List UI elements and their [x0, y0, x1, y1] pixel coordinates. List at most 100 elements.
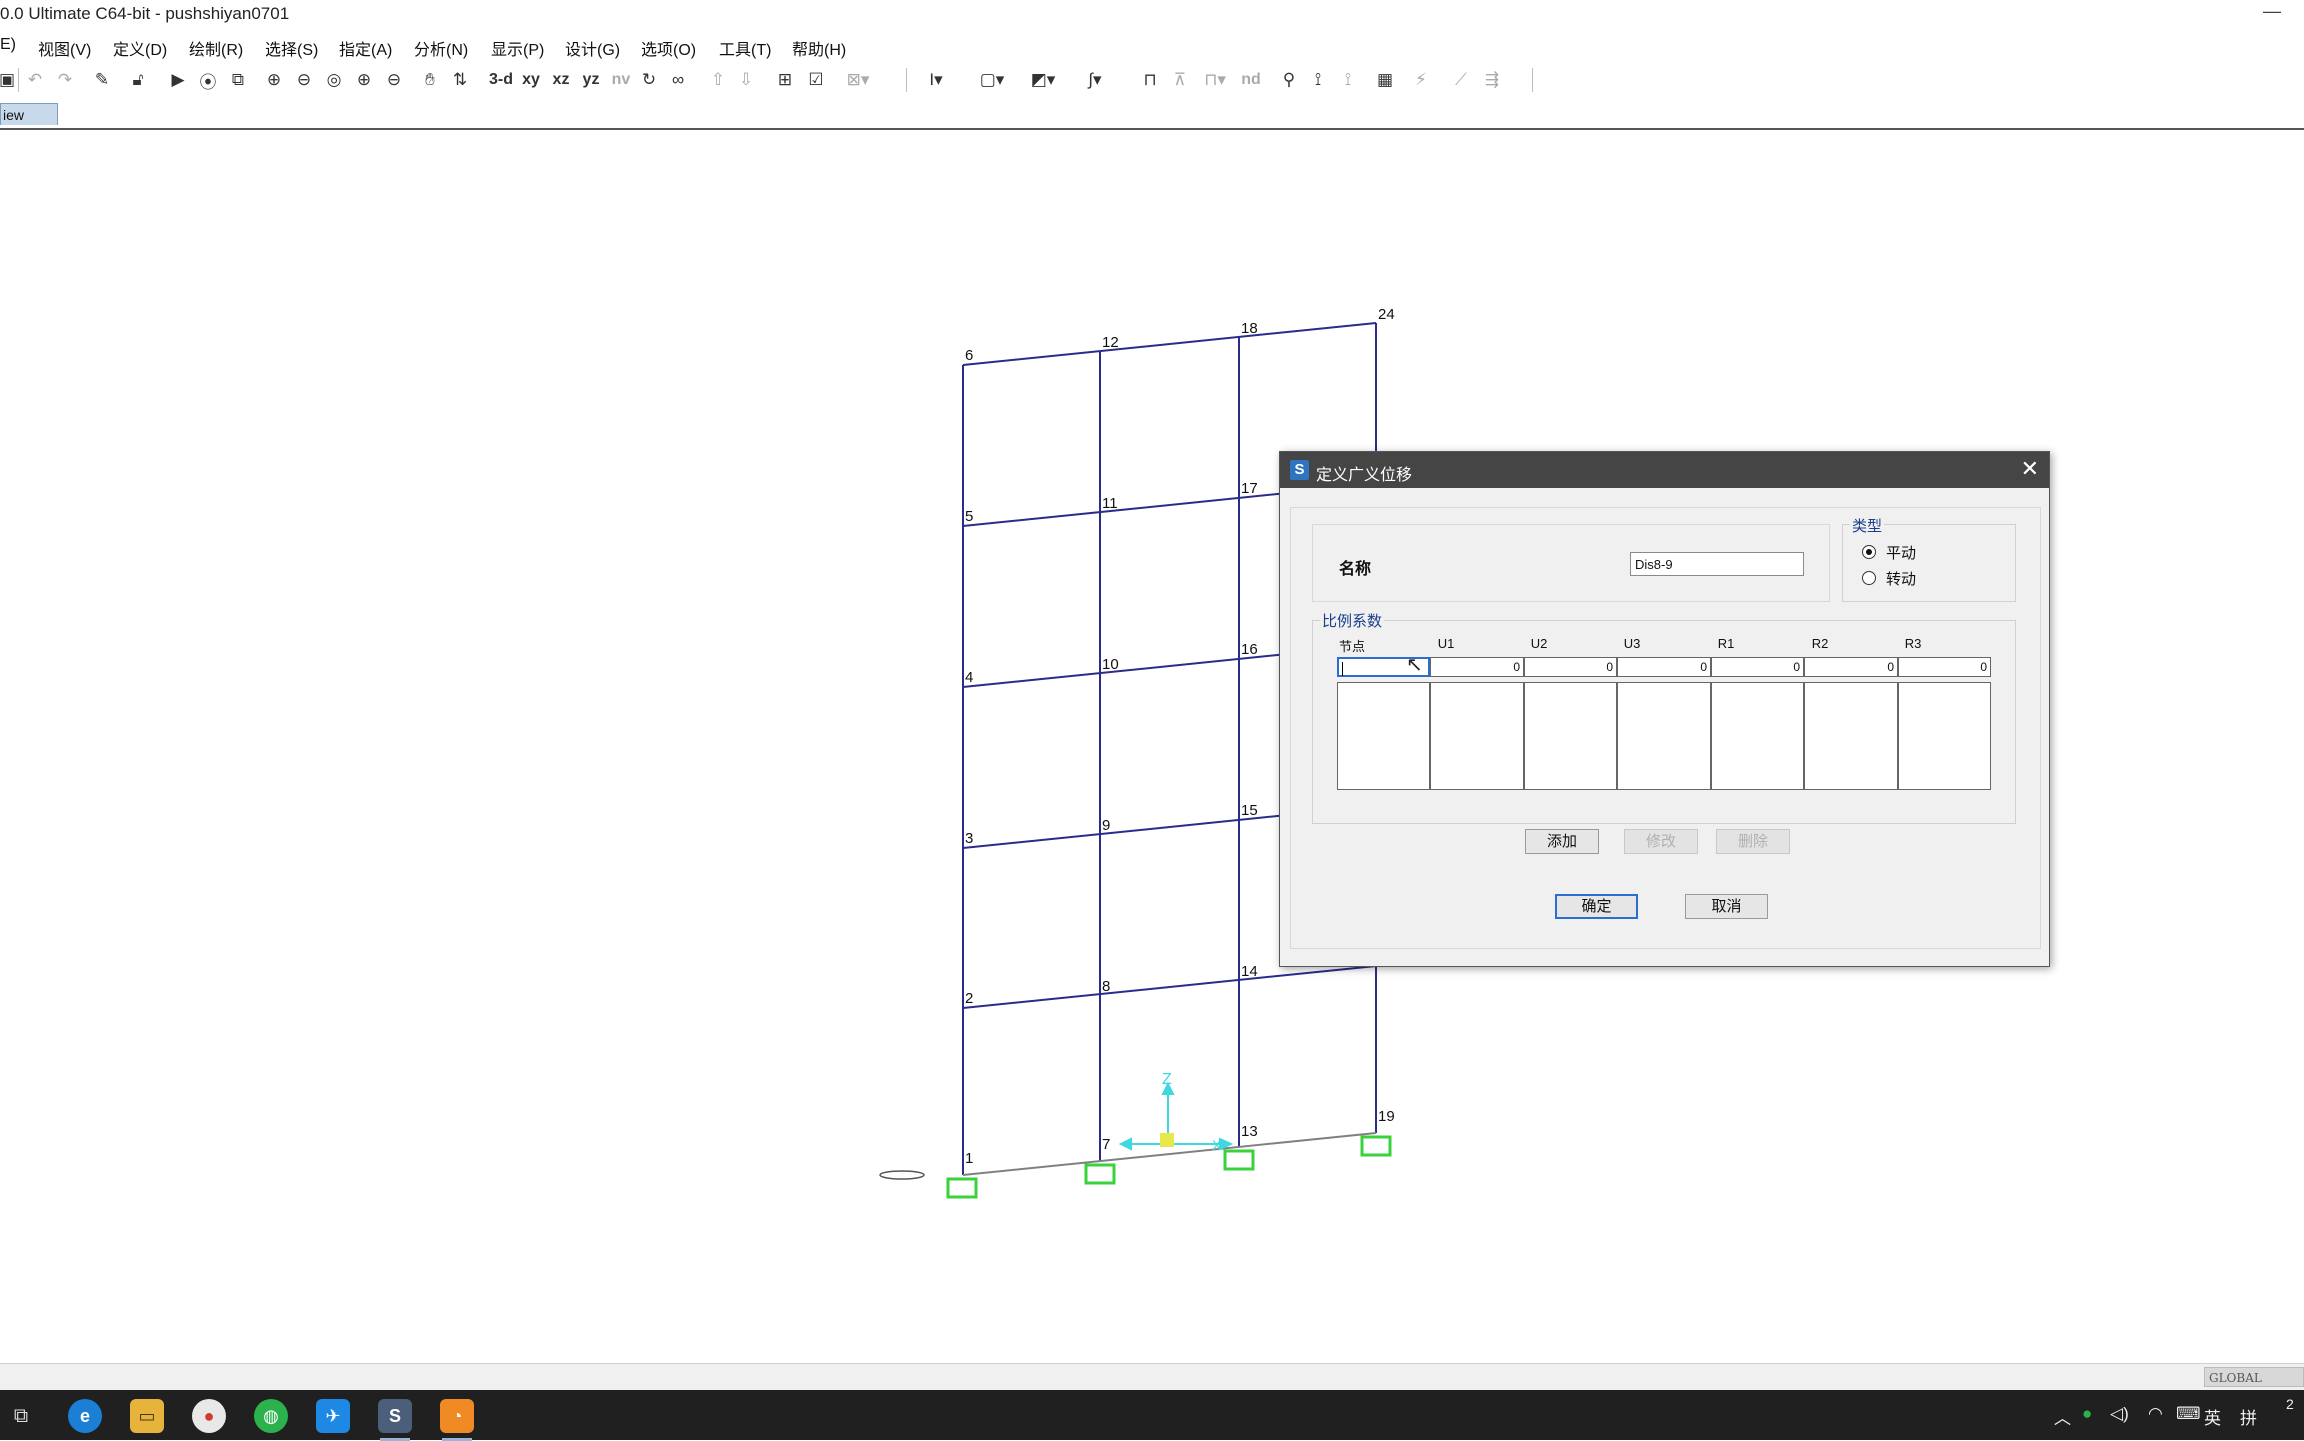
tray-wechat-icon[interactable]: ●	[2082, 1404, 2092, 1424]
name-label: 名称	[1339, 561, 1372, 578]
task-view-icon[interactable]: ⧉	[4, 1399, 38, 1433]
menu-tools[interactable]: 工具(T)	[719, 36, 771, 60]
menu-select[interactable]: 选择(S)	[265, 36, 318, 60]
file-explorer-icon[interactable]: ▭	[130, 1399, 164, 1433]
u1-input[interactable]: 0	[1430, 657, 1524, 677]
joint-label: 18	[1241, 320, 1258, 337]
menu-define[interactable]: 定义(D)	[113, 36, 167, 60]
lock-icon[interactable]: 🔓︎	[126, 66, 150, 94]
r2-list[interactable]	[1804, 682, 1898, 790]
zoom-window-icon[interactable]: ⊕	[262, 66, 286, 94]
translation-radio[interactable]	[1862, 545, 1876, 559]
u2-input[interactable]: 0	[1524, 657, 1617, 677]
perspective-icon[interactable]: ∞	[664, 66, 692, 94]
menu-design[interactable]: 设计(G)	[565, 36, 620, 60]
menu-assign[interactable]: 指定(A)	[339, 36, 392, 60]
model-alive-icon[interactable]: ⧉	[226, 66, 250, 94]
load-icon[interactable]: ◩▾	[1020, 66, 1066, 94]
view-xz-button[interactable]: xz	[548, 66, 574, 94]
design-icon[interactable]: ⚡︎	[1408, 66, 1434, 94]
volume-icon[interactable]: ◁)	[2110, 1404, 2129, 1424]
show-forces-diagram-icon[interactable]: ⟟	[1334, 66, 1362, 94]
table-icon[interactable]: ▦	[1372, 66, 1398, 94]
check-icon[interactable]: ☑	[804, 66, 828, 94]
redo-icon[interactable]: ↷	[54, 66, 76, 94]
name-input[interactable]: Dis8-9	[1630, 552, 1804, 576]
joint-label: 14	[1241, 963, 1258, 980]
clock[interactable]: 2	[2286, 1396, 2294, 1412]
add-button[interactable]: 添加	[1525, 829, 1599, 854]
set-view-icon[interactable]: ⇅	[448, 66, 472, 94]
show-deformed-icon[interactable]: ⟟	[1304, 66, 1332, 94]
zoom-restore-icon[interactable]: ⊖	[292, 66, 316, 94]
view-nv-button[interactable]: nv	[608, 66, 634, 94]
recorder-app-icon[interactable]: ◔	[440, 1399, 474, 1441]
show-forces-icon[interactable]: ⊠▾	[838, 66, 878, 94]
menu-edit[interactable]: E)	[0, 36, 16, 54]
section-icon[interactable]: I▾	[916, 66, 956, 94]
menu-analyze[interactable]: 分析(N)	[414, 36, 468, 60]
ime-indicator[interactable]: 拼	[2240, 1404, 2257, 1429]
menu-draw[interactable]: 绘制(R)	[189, 36, 243, 60]
sap2000-app-icon[interactable]: S	[378, 1399, 412, 1441]
minimize-button[interactable]: —	[2252, 0, 2292, 30]
hinge-results-icon[interactable]: ⇶	[1478, 66, 1506, 94]
select-pointer-icon[interactable]: ⚲	[1276, 66, 1302, 94]
cancel-button[interactable]: 取消	[1685, 894, 1768, 919]
u1-list[interactable]	[1430, 682, 1524, 790]
draw-brace-icon[interactable]: ⊼	[1166, 66, 1194, 94]
save-icon[interactable]: ▣	[0, 66, 15, 94]
r1-input[interactable]: 0	[1711, 657, 1804, 677]
undo-icon[interactable]: ↶	[24, 66, 46, 94]
view-tab[interactable]: iew	[0, 103, 58, 125]
zoom-in-icon[interactable]: ⊕	[352, 66, 376, 94]
r3-input[interactable]: 0	[1898, 657, 1991, 677]
u3-list[interactable]	[1617, 682, 1711, 790]
coordinate-system-dropdown[interactable]: GLOBAL	[2204, 1367, 2304, 1387]
ime-mode-icon[interactable]: ⌨	[2176, 1404, 2201, 1424]
delete-button[interactable]: 删除	[1716, 829, 1790, 854]
display-options-icon[interactable]: ⊞	[772, 66, 798, 94]
run-now-icon[interactable]: ⦿	[196, 66, 220, 94]
wechat-icon[interactable]: ◍	[254, 1399, 288, 1433]
r3-list[interactable]	[1898, 682, 1991, 790]
draw-frame-icon[interactable]: ⊓	[1138, 66, 1162, 94]
menu-help[interactable]: 帮助(H)	[792, 36, 846, 60]
u2-list[interactable]	[1524, 682, 1617, 790]
function-icon[interactable]: ∫▾	[1072, 66, 1118, 94]
pencil-icon[interactable]: ✎	[90, 66, 114, 94]
menu-options[interactable]: 选项(O)	[641, 36, 696, 60]
chrome-browser-icon[interactable]: ●	[192, 1399, 226, 1433]
rotate-icon[interactable]: ↻	[638, 66, 660, 94]
r1-list[interactable]	[1711, 682, 1804, 790]
zoom-out-icon[interactable]: ⊖	[382, 66, 406, 94]
close-icon[interactable]: ✕	[2021, 456, 2039, 482]
area-section-icon[interactable]: ▢▾	[970, 66, 1014, 94]
ok-button[interactable]: 确定	[1555, 894, 1638, 919]
nd-button[interactable]: nd	[1238, 66, 1264, 94]
menu-view[interactable]: 视图(V)	[38, 36, 91, 60]
pushover-curve-icon[interactable]: ⟋	[1448, 66, 1474, 94]
move-up-icon[interactable]: ⇧	[706, 66, 730, 94]
column-header-joint: 节点	[1338, 639, 1365, 654]
rotation-radio[interactable]	[1862, 571, 1876, 585]
view-xy-button[interactable]: xy	[518, 66, 544, 94]
r2-input[interactable]: 0	[1804, 657, 1898, 677]
view-yz-button[interactable]: yz	[578, 66, 604, 94]
pan-hand-icon[interactable]: ✋︎	[418, 66, 442, 94]
dialog-title-bar[interactable]: S 定义广义位移 ✕	[1280, 452, 2049, 488]
edge-browser-icon[interactable]: e	[68, 1399, 102, 1433]
run-analysis-icon[interactable]: ▶	[168, 66, 188, 94]
network-icon[interactable]: ◠	[2148, 1404, 2163, 1424]
modify-button[interactable]: 修改	[1624, 829, 1698, 854]
move-down-icon[interactable]: ⇩	[734, 66, 758, 94]
zoom-full-icon[interactable]: ◎	[322, 66, 346, 94]
menu-display[interactable]: 显示(P)	[491, 36, 544, 60]
input-language-indicator[interactable]: 英	[2204, 1404, 2221, 1429]
joint-list[interactable]	[1337, 682, 1430, 790]
u3-input[interactable]: 0	[1617, 657, 1711, 677]
draw-area-icon[interactable]: ⊓▾	[1198, 66, 1232, 94]
tray-chevron-icon[interactable]: ︿	[2054, 1404, 2071, 1429]
tencent-app-icon[interactable]: ✈	[316, 1399, 350, 1433]
view-3d-button[interactable]: 3-d	[486, 66, 516, 94]
